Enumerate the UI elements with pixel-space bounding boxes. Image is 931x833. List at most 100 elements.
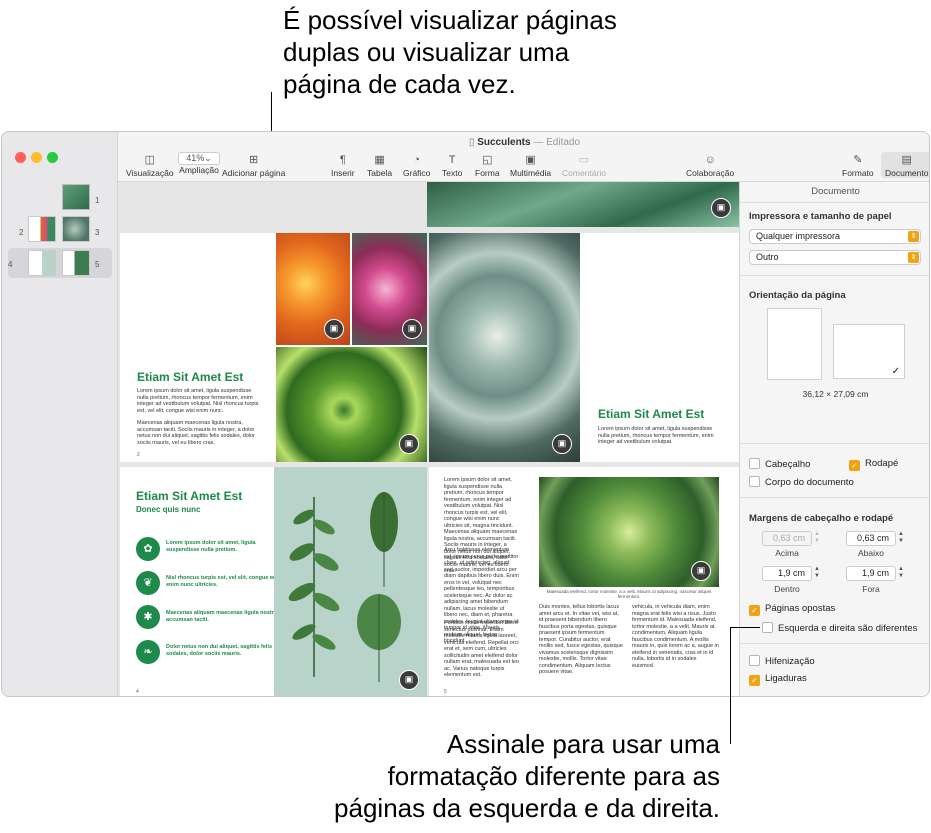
landscape-orientation-option[interactable]: ✓	[833, 324, 905, 379]
outside-margin-field[interactable]: 1,9 cm	[846, 566, 896, 581]
page-3: Etiam Sit Amet Est Lorem ipsum dolor sit…	[580, 233, 739, 462]
thumbnail-page-1[interactable]	[62, 184, 90, 210]
stepper-arrows-icon[interactable]: ▲ ▼	[897, 531, 905, 545]
media-button[interactable]: ▣ Multimédia	[510, 152, 551, 178]
close-button[interactable]	[15, 152, 26, 163]
paragraph-icon: ¶	[339, 154, 346, 166]
stepper-arrows-icon[interactable]: ▲ ▼	[813, 531, 821, 545]
view-button[interactable]: ◫ Visualização	[126, 152, 174, 178]
image-placeholder-icon[interactable]: ▣	[711, 198, 731, 218]
sidebar-icon: ◫	[144, 154, 155, 166]
paper-size-select[interactable]: Outro ⇕	[749, 250, 921, 265]
add-page-button[interactable]: ⊞ Adicionar página	[222, 152, 285, 178]
body-label: Corpo do documento	[765, 477, 854, 488]
thumbnail-page-5[interactable]	[62, 250, 90, 276]
chart-label: Gráfico	[403, 168, 431, 178]
checkmark-icon: ✓	[849, 460, 860, 471]
thumbnail-page-2[interactable]	[28, 216, 56, 242]
table-label: Tabela	[367, 168, 393, 178]
thumbnail-row[interactable]: 2 3	[2, 216, 118, 246]
comment-button[interactable]: ▭ Comentário	[562, 152, 606, 178]
document-inspector: Documento Impressora e tamanho de papel …	[739, 182, 929, 696]
document-canvas: ▣ Etiam Sit Amet Est Lorem ipsum dolor s…	[118, 182, 739, 696]
list-item-text: Nisl rhoncus turpis est, vel elit, congu…	[166, 575, 281, 588]
photo-caption: Malesuada eleifend, tortor molestie, a a…	[546, 589, 712, 599]
image-placeholder-icon[interactable]: ▣	[324, 319, 344, 339]
document-name: Succulents	[477, 137, 531, 148]
photo-succulent-spiral[interactable]: ▣	[539, 477, 719, 587]
stepper-arrows-icon[interactable]: ▲ ▼	[897, 566, 905, 580]
chart-button[interactable]: ◔ Gráfico	[403, 152, 430, 178]
header-top-margin-field[interactable]: 0,63 cm	[762, 531, 812, 546]
callout-left-right-different: Assinale para usar uma formatação difere…	[280, 728, 720, 824]
shape-button[interactable]: ◱ Forma	[475, 152, 500, 178]
thumbnail-number: 1	[95, 196, 100, 205]
checkbox-box	[749, 655, 760, 666]
header-checkbox[interactable]: Cabeçalho	[749, 458, 810, 470]
photo-green-spiky[interactable]: ▣	[276, 347, 427, 462]
hyphenation-checkbox[interactable]: Hifenização	[749, 655, 815, 667]
photo-succulent-rosette[interactable]: ▣	[429, 233, 580, 462]
facing-pages-checkbox[interactable]: ✓ Páginas opostas	[749, 603, 835, 616]
footer-bottom-margin-field[interactable]: 0,63 cm	[846, 531, 896, 546]
ligatures-checkbox[interactable]: ✓ Ligaduras	[749, 673, 807, 686]
text-button[interactable]: T Texto	[442, 152, 462, 178]
body-text: Lorem ipsum dolor sit amet, ligula suspe…	[137, 388, 259, 414]
divider	[740, 497, 929, 498]
leaves-illustration	[288, 492, 401, 682]
body-text-column: Duis montes, tellus lobortis lacus amet …	[539, 604, 623, 675]
text-label: Texto	[442, 168, 463, 178]
document-icon: ▯	[468, 137, 478, 148]
printer-select[interactable]: Qualquer impressora ⇕	[749, 229, 921, 244]
photo-leaves-collage[interactable]: ▣	[274, 467, 427, 696]
callout-line: páginas da esquerda e da direita.	[334, 793, 720, 823]
image-placeholder-icon[interactable]: ▣	[402, 319, 422, 339]
photo-orange-flower[interactable]: ▣	[276, 233, 350, 345]
stepper-arrows-icon[interactable]: ▲ ▼	[813, 566, 821, 580]
body-text-column: Porttitor mollis imperdiet libero senect…	[444, 620, 519, 678]
portrait-orientation-option[interactable]	[767, 308, 822, 380]
page-4: Etiam Sit Amet Est Donec quis nunc ✿ Lor…	[120, 467, 280, 696]
callout-line: página de cada vez.	[283, 69, 516, 99]
window-title: ▯ Succulents — Editado	[118, 137, 929, 148]
margins-section-title: Margens de cabeçalho e rodapé	[749, 513, 894, 524]
format-button[interactable]: ✎ Formato	[842, 152, 874, 178]
chevron-updown-icon: ⇕	[908, 252, 919, 263]
top-label: Acima	[775, 548, 799, 558]
insert-button[interactable]: ¶ Inserir	[331, 152, 355, 178]
list-item-text: Lorem ipsum dolor sit amet, ligula suspe…	[166, 540, 256, 553]
table-icon: ▦	[374, 154, 385, 166]
thumbnail-row[interactable]: 1	[2, 184, 118, 214]
thumbnail-page-3[interactable]	[62, 216, 90, 242]
checkmark-icon: ✓	[749, 605, 760, 616]
callout-leader-bottom	[730, 627, 731, 744]
left-right-different-checkbox[interactable]: Esquerda e direita são diferentes	[762, 622, 917, 634]
thumbnail-page-4[interactable]	[28, 250, 56, 276]
image-placeholder-icon[interactable]: ▣	[399, 670, 419, 690]
text-box-icon: T	[448, 154, 456, 166]
image-placeholder-icon[interactable]: ▣	[552, 434, 572, 454]
thumbnail-row-selected[interactable]: 4 5	[8, 248, 112, 278]
list-item-text: Maecenas aliquam maecenas ligula nostra,…	[166, 610, 279, 623]
inside-margin-field[interactable]: 1,9 cm	[762, 566, 812, 581]
callout-line: Assinale para usar uma	[446, 729, 720, 759]
fullscreen-button[interactable]	[47, 152, 58, 163]
minimize-button[interactable]	[31, 152, 42, 163]
image-placeholder-icon[interactable]: ▣	[691, 561, 711, 581]
collaboration-button[interactable]: ☺ Colaboração	[686, 152, 734, 178]
zoom-button[interactable]: 41%⌄ Ampliação	[178, 152, 220, 175]
footer-checkbox[interactable]: ✓ Rodapé	[849, 458, 898, 471]
document-body-checkbox[interactable]: Corpo do documento	[749, 476, 854, 488]
photo-purple-cabbage[interactable]: ▣	[352, 233, 427, 345]
page-size-text: 36,12 × 27,09 cm	[802, 389, 869, 399]
left-right-label: Esquerda e direita são diferentes	[778, 623, 918, 634]
divider	[740, 275, 929, 276]
inside-label: Dentro	[774, 584, 800, 594]
leaf-sprig-icon: ✿	[136, 537, 160, 561]
document-button[interactable]: ▤ Documento	[881, 152, 929, 178]
callout-line: É possível visualizar páginas	[283, 5, 617, 35]
table-button[interactable]: ▦ Tabela	[367, 152, 392, 178]
checkmark-icon: ✓	[749, 675, 760, 686]
image-placeholder-icon[interactable]: ▣	[399, 434, 419, 454]
body-text: Lorem ipsum dolor sit amet, ligula suspe…	[598, 426, 714, 445]
